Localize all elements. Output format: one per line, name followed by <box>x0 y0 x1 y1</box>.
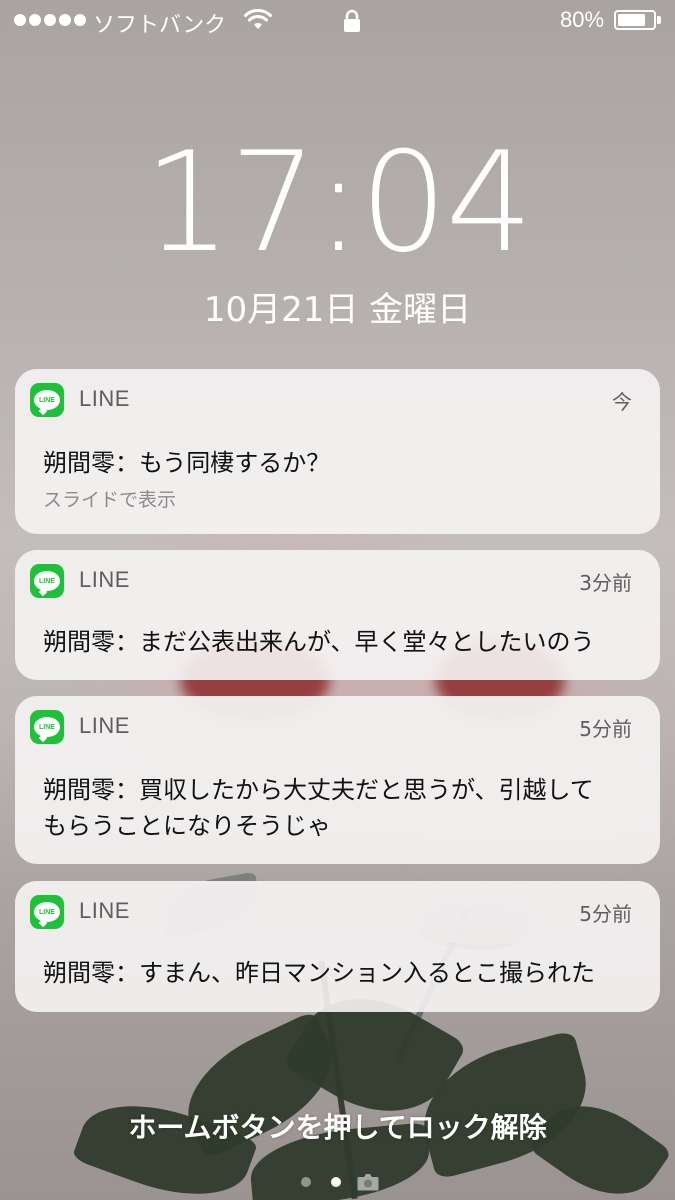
notification-time: 5分前 <box>579 717 632 741</box>
line-app-icon: LINE <box>30 383 64 417</box>
lock-icon <box>344 9 360 32</box>
battery-percent: 80% <box>560 7 605 32</box>
notification-message: 朔間零：もう同棲するか？ <box>43 449 331 477</box>
carrier-name: ソフトバンク <box>93 12 227 37</box>
battery-icon <box>614 10 664 32</box>
notification-app-name: LINE <box>79 713 130 738</box>
line-app-icon: LINE <box>30 710 64 744</box>
status-bar: ソフトバンク 80% <box>0 0 675 42</box>
notification-time: 今 <box>612 390 632 414</box>
notification-app-name: LINE <box>79 386 130 411</box>
notification-app-name: LINE <box>79 567 130 592</box>
page-indicator[interactable] <box>295 1173 385 1191</box>
notification-app-name: LINE <box>79 898 130 923</box>
notification-card[interactable]: LINE LINE 3分前 朔間零：まだ公表出来んが、早く堂々としたいのう <box>15 550 660 680</box>
page-dot-current <box>331 1177 341 1187</box>
line-app-icon: LINE <box>30 895 64 929</box>
notification-card[interactable]: LINE LINE 5分前 朔間零：買収したから大丈夫だと思うが、引越して もら… <box>15 696 660 864</box>
notification-message: 朔間零：すまん、昨日マンション入るとこ撮られた <box>43 959 595 987</box>
camera-icon[interactable] <box>357 1173 379 1191</box>
unlock-hint: ホームボタンを押してロック解除 <box>128 1111 547 1144</box>
line-app-icon: LINE <box>30 564 64 598</box>
notification-header: LINE LINE 5分前 <box>15 696 660 758</box>
notification-card[interactable]: LINE LINE 今 朔間零：もう同棲するか？ スライドで表示 <box>15 369 660 534</box>
wifi-icon <box>244 9 272 29</box>
notification-header: LINE LINE 今 <box>15 369 660 431</box>
notification-header: LINE LINE 5分前 <box>15 881 660 943</box>
notification-message: 朔間零：買収したから大丈夫だと思うが、引越して もらうことになりそうじゃ <box>43 776 594 840</box>
notification-message: 朔間零：まだ公表出来んが、早く堂々としたいのう <box>43 628 595 656</box>
lock-screen-date: 10月21日 金曜日 <box>203 290 472 330</box>
notification-time: 3分前 <box>579 571 632 595</box>
notification-card[interactable]: LINE LINE 5分前 朔間零：すまん、昨日マンション入るとこ撮られた <box>15 881 660 1012</box>
lock-screen-clock: 17:04 <box>143 122 534 283</box>
notification-header: LINE LINE 3分前 <box>15 550 660 612</box>
notification-time: 5分前 <box>579 902 632 926</box>
notification-action-hint: スライドで表示 <box>43 489 177 511</box>
page-dot <box>301 1177 311 1187</box>
signal-dots-icon <box>14 14 86 26</box>
